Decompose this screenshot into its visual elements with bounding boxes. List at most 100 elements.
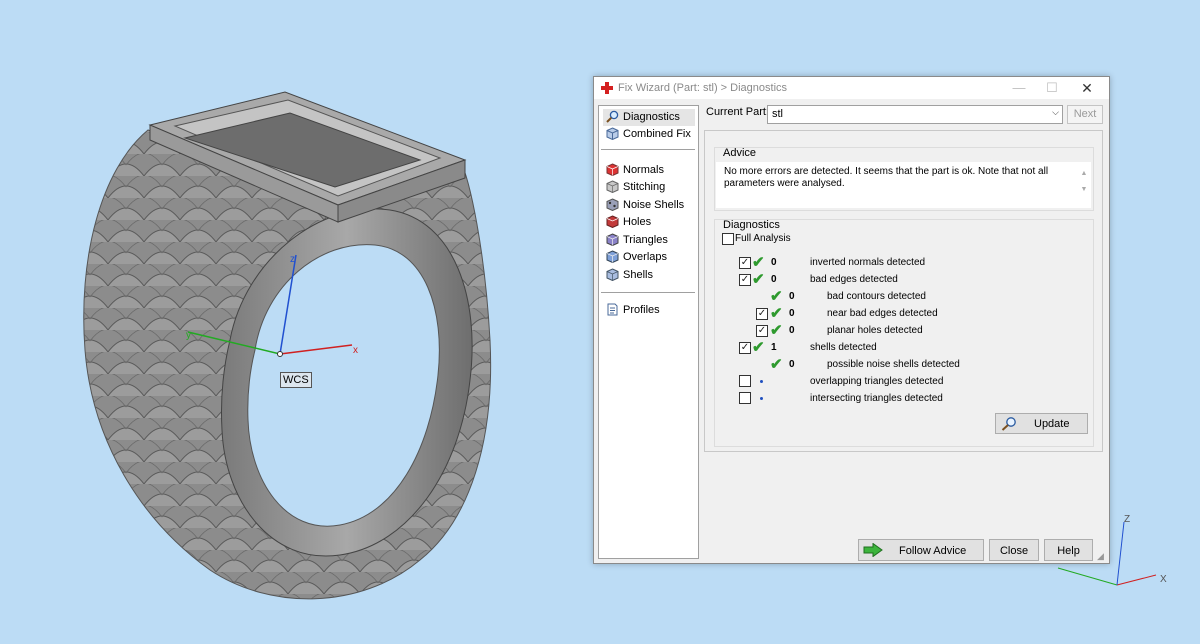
- overlaps-icon: [606, 250, 619, 263]
- document-icon: [607, 303, 618, 316]
- planar-holes-checkbox[interactable]: ✓: [756, 325, 768, 337]
- near-bad-edges-checkbox[interactable]: ✓: [756, 308, 768, 320]
- nav-label: Normals: [623, 164, 664, 176]
- nav-item-holes[interactable]: Holes: [603, 214, 695, 231]
- holes-icon: [606, 215, 619, 228]
- ok-check-icon: ✔: [770, 322, 783, 339]
- nav-label: Profiles: [623, 304, 660, 316]
- ok-check-icon: ✔: [752, 339, 765, 356]
- update-label: Update: [1034, 418, 1070, 430]
- advice-text: No more errors are detected. It seems th…: [724, 166, 1049, 189]
- cube-icon: [606, 127, 619, 140]
- shells-icon: [606, 268, 619, 281]
- noise-shells-icon: [606, 198, 619, 211]
- maximize-button[interactable]: ☐: [1037, 79, 1067, 97]
- diagnostics-panel: Advice No more errors are detected. It s…: [704, 130, 1103, 452]
- inverted-normals-checkbox[interactable]: ✓: [739, 257, 751, 269]
- ok-check-icon: ✔: [752, 254, 765, 271]
- chevron-down-icon: ⌵: [1052, 107, 1059, 117]
- window-close-button[interactable]: ✕: [1072, 79, 1102, 97]
- nav-label: Overlaps: [623, 251, 668, 263]
- current-part-select[interactable]: stl ⌵: [767, 105, 1063, 124]
- shells-label: shells detected: [810, 342, 877, 353]
- nav-label: Shells: [623, 269, 653, 281]
- nav-item-stitching[interactable]: Stitching: [603, 179, 695, 196]
- nav-item-shells[interactable]: Shells: [603, 267, 695, 284]
- noise-shells-label: possible noise shells detected: [827, 359, 960, 370]
- axis-z-label: z: [290, 254, 295, 265]
- help-label: Help: [1057, 545, 1080, 557]
- window-title: Fix Wizard (Part: stl) > Diagnostics: [618, 82, 788, 94]
- inverted-normals-count: 0: [771, 257, 777, 268]
- nav-label: Combined Fix: [623, 128, 691, 140]
- near-bad-edges-label: near bad edges detected: [827, 308, 938, 319]
- bad-edges-checkbox[interactable]: ✓: [739, 274, 751, 286]
- advice-scrollbar[interactable]: ▲ ▼: [1079, 166, 1089, 204]
- nav-item-profiles[interactable]: Profiles: [603, 302, 695, 319]
- nav-label: Stitching: [623, 181, 666, 193]
- magnifier-icon: [1001, 417, 1016, 431]
- ok-check-icon: ✔: [752, 271, 765, 288]
- noise-shells-count: 0: [789, 359, 795, 370]
- advice-box: No more errors are detected. It seems th…: [716, 162, 1091, 208]
- overlapping-triangles-label: overlapping triangles detected: [810, 376, 944, 387]
- axis-y-label: y: [186, 330, 191, 341]
- current-part-value: stl: [772, 108, 783, 120]
- minimize-button[interactable]: —: [1004, 79, 1034, 97]
- red-cross-icon: [601, 82, 613, 94]
- shells-count: 1: [771, 342, 777, 353]
- follow-advice-label: Follow Advice: [899, 545, 967, 557]
- overlapping-triangles-checkbox[interactable]: [739, 375, 751, 387]
- advice-title: Advice: [723, 147, 757, 159]
- follow-advice-button[interactable]: Follow Advice: [858, 539, 984, 561]
- close-label: Close: [999, 545, 1029, 557]
- axis-x-label: x: [353, 345, 358, 356]
- bad-edges-label: bad edges detected: [810, 274, 898, 285]
- triangles-icon: [606, 233, 619, 246]
- help-button[interactable]: Help: [1044, 539, 1093, 561]
- nav-item-overlaps[interactable]: Overlaps: [603, 249, 695, 266]
- nav-item-triangles[interactable]: Triangles: [603, 232, 695, 249]
- nav-item-noise-shells[interactable]: Noise Shells: [603, 197, 695, 214]
- arrow-right-icon: [863, 543, 883, 557]
- advice-group: Advice No more errors are detected. It s…: [714, 147, 1094, 211]
- nav-divider: [601, 149, 695, 150]
- bad-contours-count: 0: [789, 291, 795, 302]
- shells-checkbox[interactable]: ✓: [739, 342, 751, 354]
- full-analysis-label: Full Analysis: [735, 233, 791, 244]
- pending-dot-icon: [760, 397, 763, 400]
- nav-label: Triangles: [623, 234, 668, 246]
- current-part-label: Current Part:: [706, 106, 769, 118]
- intersecting-triangles-checkbox[interactable]: [739, 392, 751, 404]
- normals-icon: [606, 163, 619, 176]
- full-analysis-checkbox[interactable]: [722, 233, 734, 245]
- nav-label: Holes: [623, 216, 652, 228]
- wizard-nav: Diagnostics Combined Fix Normals Stitchi…: [598, 105, 699, 559]
- ok-check-icon: ✔: [770, 305, 783, 322]
- near-bad-edges-count: 0: [789, 308, 795, 319]
- bad-contours-label: bad contours detected: [827, 291, 926, 302]
- ring-model[interactable]: [83, 91, 492, 600]
- intersecting-triangles-label: intersecting triangles detected: [810, 393, 943, 404]
- ok-check-icon: ✔: [770, 356, 783, 373]
- nav-divider: [601, 292, 695, 293]
- title-bar[interactable]: Fix Wizard (Part: stl) > Diagnostics — ☐…: [594, 77, 1109, 99]
- inverted-normals-label: inverted normals detected: [810, 257, 926, 268]
- magnifier-icon: [606, 110, 619, 123]
- nav-item-diagnostics[interactable]: Diagnostics: [603, 109, 695, 126]
- wcs-label: WCS: [280, 372, 312, 388]
- pending-dot-icon: [760, 380, 763, 383]
- planar-holes-count: 0: [789, 325, 795, 336]
- stitching-icon: [606, 180, 619, 193]
- fix-wizard-dialog: Fix Wizard (Part: stl) > Diagnostics — ☐…: [593, 76, 1110, 564]
- nav-item-combined-fix[interactable]: Combined Fix: [603, 126, 695, 143]
- update-button[interactable]: Update: [995, 413, 1088, 434]
- diagnostics-title: Diagnostics: [723, 219, 780, 231]
- nav-item-normals[interactable]: Normals: [603, 162, 695, 179]
- nav-label: Diagnostics: [623, 111, 680, 123]
- diagnostics-group: Diagnostics Full Analysis ✓ ✔ 0 inverted…: [714, 219, 1094, 447]
- nav-label: Noise Shells: [623, 199, 685, 211]
- close-button[interactable]: Close: [989, 539, 1039, 561]
- next-button[interactable]: Next: [1067, 105, 1103, 124]
- resize-grip-icon[interactable]: ◢: [1097, 551, 1107, 561]
